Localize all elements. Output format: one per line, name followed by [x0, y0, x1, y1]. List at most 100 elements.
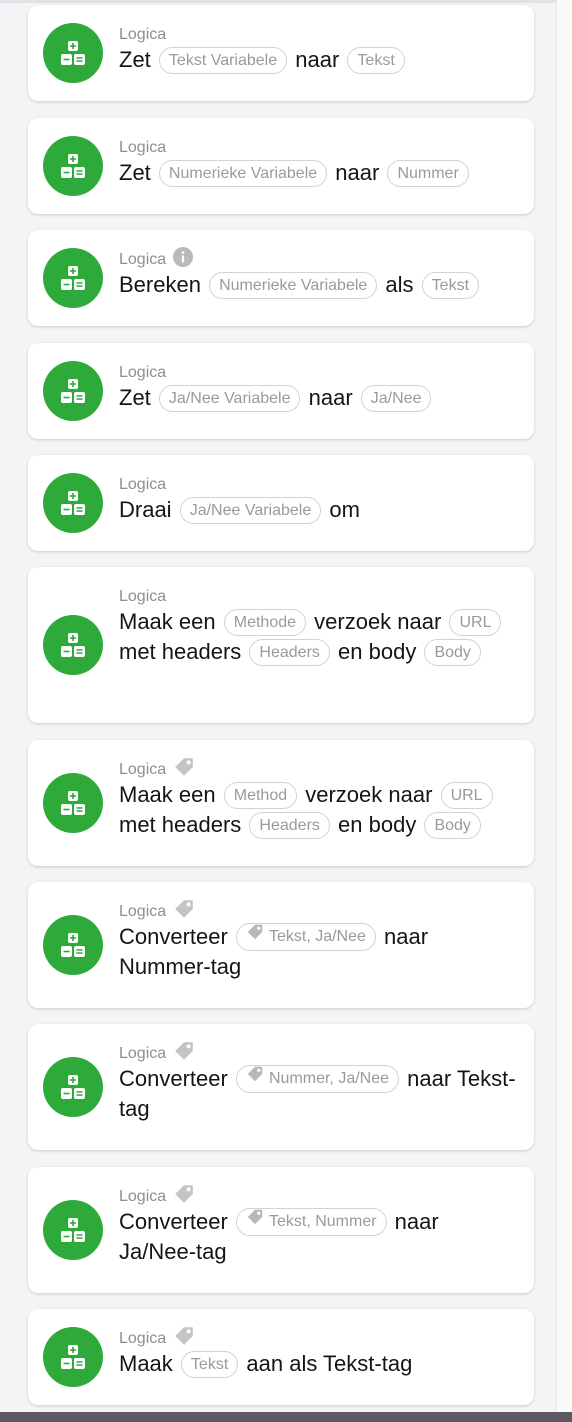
- category-label-row: Logica: [119, 1185, 520, 1207]
- parameter-label: Body: [434, 643, 471, 661]
- block-sentence: Zet Tekst Variabele naar Tekst: [119, 45, 520, 75]
- parameter-label: Ja/Nee Variabele: [189, 501, 312, 519]
- parameter-pill[interactable]: Numerieke Variabele: [158, 159, 328, 187]
- logic-icon: [43, 915, 103, 975]
- block-text: Bereken: [119, 272, 201, 297]
- parameter-pill[interactable]: Tekst Variabele: [158, 46, 288, 74]
- block-text: Converteer: [119, 924, 228, 949]
- parameter-pill[interactable]: Body: [424, 638, 481, 666]
- parameter-pill[interactable]: Methode: [223, 608, 307, 636]
- block-content: Logica Bereken Numerieke Variabele als Te…: [119, 247, 520, 300]
- category-label: Logica: [119, 1188, 167, 1205]
- logic-block-card[interactable]: Logica Draai Ja/Nee Variabele om: [28, 455, 534, 551]
- parameter-pill[interactable]: Tekst: [421, 271, 480, 299]
- block-content: Logica Converteer Tekst, Ja/Nee naar Numm…: [119, 900, 520, 982]
- block-sentence: Converteer Tekst, Ja/Nee naar Nummer-tag: [119, 922, 520, 982]
- logic-icon: [43, 136, 103, 196]
- category-label: Logica: [119, 476, 167, 493]
- parameter-pill[interactable]: URL: [440, 781, 493, 809]
- category-label: Logica: [119, 364, 167, 381]
- parameter-pill[interactable]: Body: [424, 811, 481, 839]
- parameter-pill[interactable]: Ja/Nee: [360, 384, 432, 412]
- block-text: naar: [295, 47, 340, 72]
- parameter-pill[interactable]: Nummer: [387, 159, 469, 187]
- block-content: Logica Maak Tekst aan als Tekst-tag: [119, 1327, 520, 1379]
- scrollbar-track[interactable]: [556, 0, 572, 1422]
- parameter-label: Ja/Nee: [370, 389, 422, 407]
- block-content: Logica Converteer Nummer, Ja/Nee naar Tek…: [119, 1042, 520, 1124]
- block-content: Logica Zet Ja/Nee Variabele naar Ja/Nee: [119, 363, 520, 413]
- category-label-row: Logica: [119, 475, 520, 495]
- block-sentence: Draai Ja/Nee Variabele om: [119, 495, 520, 525]
- logic-block-card[interactable]: Logica Maak een Methode verzoek naar URL …: [28, 567, 534, 723]
- parameter-pill[interactable]: Tekst: [347, 46, 405, 74]
- parameter-label: Method: [233, 786, 288, 804]
- category-label: Logica: [119, 251, 167, 268]
- category-label: Logica: [119, 1330, 167, 1347]
- logic-block-card[interactable]: Logica Converteer Tekst, Nummer naar Ja/N…: [28, 1167, 534, 1293]
- logic-block-card[interactable]: Logica Maak een Method verzoek naar URL m…: [28, 740, 534, 866]
- tag-icon: [246, 923, 264, 949]
- block-sentence: Maak Tekst aan als Tekst-tag: [119, 1349, 520, 1379]
- parameter-pill[interactable]: Tekst: [180, 1350, 239, 1378]
- logic-block-card[interactable]: Logica Zet Ja/Nee Variabele naar Ja/Nee: [28, 343, 534, 439]
- parameter-label: Tekst, Ja/Nee: [268, 928, 366, 946]
- parameter-label: Tekst: [431, 276, 470, 294]
- parameter-label: URL: [459, 613, 492, 631]
- parameter-label: Numerieke Variabele: [219, 276, 368, 294]
- logic-icon: [43, 1057, 103, 1117]
- logic-block-card[interactable]: Logica Zet Tekst Variabele naar Tekst: [28, 5, 534, 101]
- parameter-label: Nummer: [397, 164, 459, 182]
- parameter-pill[interactable]: Headers: [249, 638, 330, 666]
- parameter-label: Nummer, Ja/Nee: [268, 1070, 390, 1088]
- parameter-pill[interactable]: Ja/Nee Variabele: [179, 496, 322, 524]
- parameter-label: Tekst Variabele: [168, 51, 278, 69]
- block-content: Logica Zet Numerieke Variabele naar Numme…: [119, 138, 520, 188]
- block-sentence: Converteer Tekst, Nummer naar Ja/Nee-tag: [119, 1207, 520, 1267]
- parameter-pill[interactable]: Method: [223, 781, 298, 809]
- bottom-bar: [0, 1412, 572, 1422]
- category-label: Logica: [119, 1045, 167, 1062]
- category-label-row: Logica: [119, 758, 520, 780]
- parameter-label: Body: [434, 816, 471, 834]
- parameter-pill[interactable]: Nummer, Ja/Nee: [235, 1065, 400, 1094]
- block-content: Logica Converteer Tekst, Nummer naar Ja/N…: [119, 1185, 520, 1267]
- parameter-pill[interactable]: Tekst, Nummer: [235, 1208, 387, 1237]
- category-label-row: Logica: [119, 25, 520, 45]
- block-sentence: Zet Numerieke Variabele naar Nummer: [119, 158, 520, 188]
- category-label-row: Logica: [119, 247, 520, 270]
- parameter-pill[interactable]: Headers: [249, 811, 330, 839]
- block-text: en body: [338, 639, 417, 664]
- parameter-label: Methode: [233, 613, 297, 631]
- block-sentence: Converteer Nummer, Ja/Nee naar Tekst-tag: [119, 1064, 520, 1124]
- logic-block-card[interactable]: Logica Zet Numerieke Variabele naar Numme…: [28, 118, 534, 214]
- logic-block-card[interactable]: Logica Converteer Nummer, Ja/Nee naar Tek…: [28, 1024, 534, 1150]
- logic-block-card[interactable]: Logica Maak Tekst aan als Tekst-tag: [28, 1309, 534, 1405]
- block-sentence: Zet Ja/Nee Variabele naar Ja/Nee: [119, 383, 520, 413]
- tag-icon: [246, 1065, 264, 1091]
- parameter-pill[interactable]: Tekst, Ja/Nee: [235, 923, 376, 952]
- block-content: Logica Maak een Methode verzoek naar URL …: [119, 587, 520, 667]
- parameter-label: Tekst: [357, 51, 395, 69]
- parameter-pill[interactable]: Numerieke Variabele: [209, 271, 378, 299]
- block-content: Logica Draai Ja/Nee Variabele om: [119, 475, 520, 525]
- block-text: om: [329, 497, 360, 522]
- block-text: Zet: [119, 160, 151, 185]
- parameter-label: URL: [450, 786, 483, 804]
- block-text: Converteer: [119, 1209, 228, 1234]
- logic-block-card[interactable]: Logica Bereken Numerieke Variabele als Te…: [28, 230, 534, 326]
- block-text: Zet: [119, 47, 151, 72]
- category-label: Logica: [119, 761, 167, 778]
- block-text: Maak: [119, 1351, 173, 1376]
- block-text: Maak een: [119, 782, 216, 807]
- logic-block-card[interactable]: Logica Converteer Tekst, Ja/Nee naar Numm…: [28, 882, 534, 1008]
- parameter-label: Numerieke Variabele: [168, 164, 318, 182]
- block-content: Logica Zet Tekst Variabele naar Tekst: [119, 25, 520, 75]
- logic-icon: [43, 248, 103, 308]
- parameter-pill[interactable]: Ja/Nee Variabele: [158, 384, 301, 412]
- parameter-label: Tekst: [190, 1355, 229, 1373]
- category-label: Logica: [119, 139, 167, 156]
- block-text: met headers: [119, 639, 242, 664]
- parameter-pill[interactable]: URL: [449, 608, 502, 636]
- parameter-label: Headers: [259, 643, 320, 661]
